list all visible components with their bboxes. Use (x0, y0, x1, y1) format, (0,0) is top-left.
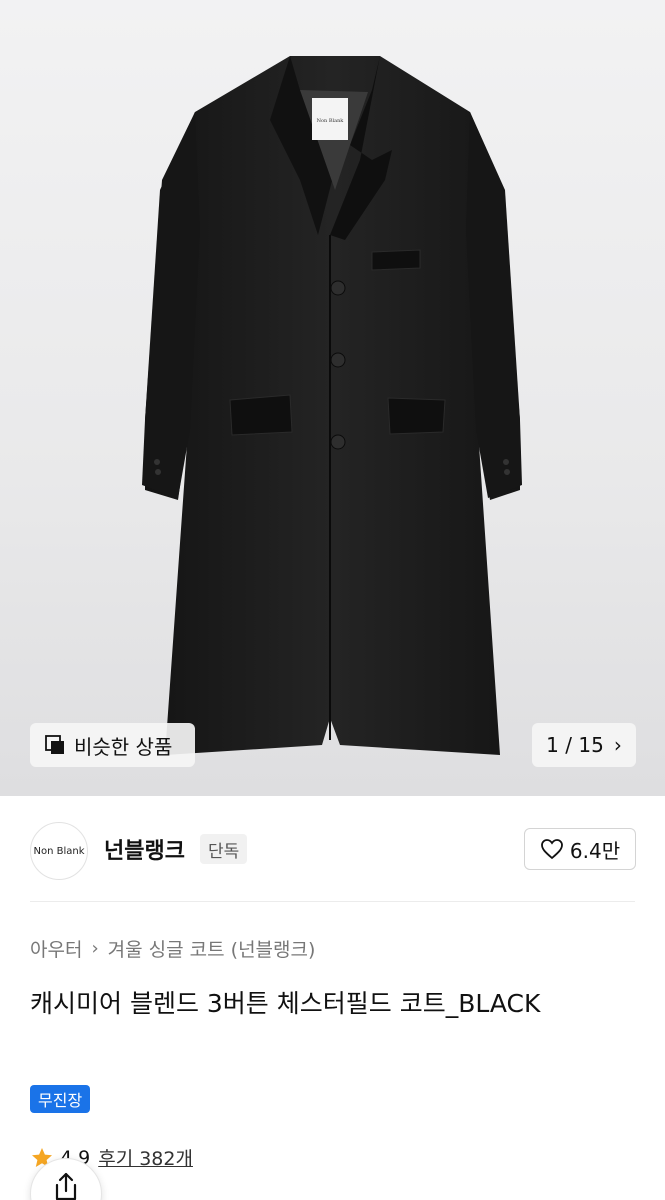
breadcrumb: 아우터 › 겨울 싱글 코트 (넌블랭크) (30, 935, 315, 962)
label-tag-text: Non Blank (317, 118, 345, 124)
exclusive-badge: 단독 (200, 834, 248, 864)
brand-name[interactable]: 넌블랭크 (104, 833, 185, 865)
product-tag: 무진장 (30, 1085, 91, 1113)
similar-items-icon (45, 735, 64, 754)
breadcrumb-subcategory[interactable]: 겨울 싱글 코트 (넌블랭크) (108, 935, 316, 962)
brand-logo-text: Non Blank (33, 845, 85, 857)
divider (30, 901, 635, 902)
similar-products-button[interactable]: 비슷한 상품 (30, 723, 195, 767)
chevron-right-icon: › (91, 938, 99, 959)
image-counter-button[interactable]: 1 / 15 › (532, 723, 636, 767)
brand-logo[interactable]: Non Blank (30, 822, 88, 880)
share-icon (55, 1172, 77, 1200)
similar-products-label: 비슷한 상품 (74, 734, 173, 759)
product-image: Non Blank (142, 56, 522, 755)
breadcrumb-category[interactable]: 아우터 (30, 935, 82, 962)
image-counter: 1 / 15 (546, 733, 604, 757)
heart-icon (540, 839, 563, 860)
like-count: 6.4만 (569, 838, 621, 863)
like-button[interactable]: 6.4만 (524, 828, 636, 870)
product-image-gallery[interactable]: Non Blank 비슷한 상품 1 / 15 › (0, 0, 665, 796)
product-title: 캐시미어 블렌드 3버튼 체스터필드 코트_BLACK (30, 989, 541, 1018)
reviews-link[interactable]: 후기 382개 (98, 1144, 193, 1171)
chevron-right-icon: › (613, 733, 622, 757)
